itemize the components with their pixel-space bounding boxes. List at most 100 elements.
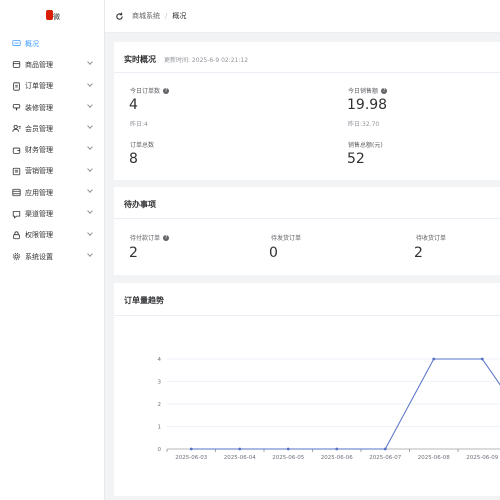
sidebar-item-4[interactable]: 会员管理 (0, 118, 104, 139)
logo-text: 微 (53, 13, 60, 21)
order-trend-chart: 0 1 2 3 4 2025-06-03 2025-06-04 2025-06-05 2025-… (158, 357, 500, 461)
data-point (335, 447, 339, 451)
data-point (432, 357, 436, 361)
sidebar-item-9[interactable]: 权限管理 (0, 225, 104, 246)
gear-icon (9, 252, 23, 261)
sidebar-item-label: 财务管理 (25, 146, 53, 155)
breadcrumb-item-overview: 概况 (172, 12, 187, 20)
sidebar-item-label: 会员管理 (25, 124, 53, 133)
update-time: 更新时间: 2025-6-9 02:21:12 (164, 57, 249, 64)
chevron-down-icon (87, 123, 93, 130)
sidebar-item-label: 概况 (25, 39, 39, 48)
user-icon (9, 124, 23, 133)
help-icon[interactable]: ? (163, 87, 170, 94)
sidebar-item-3[interactable]: 装修管理 (0, 97, 104, 118)
y-tick-label: 1 (158, 425, 162, 431)
sidebar-item-label: 权限管理 (25, 231, 53, 240)
yesterday-sales: 昨日:32.70 (348, 121, 380, 128)
data-point (383, 447, 387, 451)
y-tick-label: 2 (158, 402, 162, 408)
brush-icon (9, 103, 23, 112)
chevron-down-icon (87, 165, 93, 172)
breadcrumb-item-mall[interactable]: 商城系统 (132, 11, 160, 21)
chevron-down-icon (87, 208, 93, 215)
lock-icon (9, 231, 23, 240)
total-orders-label: 订单总数 (130, 142, 155, 149)
sidebar-item-label: 应用管理 (25, 188, 53, 197)
total-sales-label: 销售总额(元) (348, 142, 383, 149)
refresh-icon[interactable] (114, 11, 124, 21)
todo-title: 待办事项 (124, 200, 156, 209)
logo-mark (46, 10, 53, 20)
apps-icon (9, 188, 23, 197)
chevron-down-icon (87, 102, 93, 108)
total-orders-value: 8 (129, 151, 138, 167)
channel-icon (9, 210, 23, 219)
y-tick-label: 3 (158, 380, 162, 386)
x-tick-label: 2025-06-04 (224, 455, 256, 461)
chevron-down-icon (87, 251, 93, 257)
divider (114, 72, 500, 73)
sidebar-item-5[interactable]: 财务管理 (0, 139, 104, 160)
logo[interactable]: 微 (46, 10, 60, 24)
pending-receipt-value[interactable]: 2 (414, 245, 423, 261)
sidebar-item-label: 系统设置 (25, 252, 53, 261)
x-tick-label: 2025-06-07 (369, 455, 401, 461)
order-icon (9, 82, 23, 91)
sidebar-item-7[interactable]: 应用管理 (0, 182, 104, 203)
sidebar-item-label: 营销管理 (25, 167, 53, 176)
x-tick-label: 2025-06-08 (418, 455, 450, 461)
sidebar-item-6[interactable]: 营销管理 (0, 161, 104, 182)
sidebar-menu: 概况商品管理订单管理装修管理会员管理财务管理营销管理应用管理渠道管理权限管理系统… (0, 33, 104, 267)
sidebar-item-8[interactable]: 渠道管理 (0, 203, 104, 224)
chevron-down-icon (87, 144, 93, 151)
pending-payment-value[interactable]: 2 (129, 245, 138, 261)
goods-icon (9, 60, 23, 69)
pending-payment-label: 待付款订单? (130, 234, 170, 242)
today-orders-label: 今日订单数? (130, 87, 170, 95)
sidebar-item-1[interactable]: 商品管理 (0, 54, 104, 75)
data-point (189, 447, 193, 451)
x-tick-label: 2025-06-05 (272, 455, 304, 461)
x-tick-label: 2025-06-06 (321, 455, 353, 461)
today-sales-label: 今日销售额? (348, 87, 388, 95)
chevron-down-icon (87, 229, 93, 236)
pending-shipment-label: 待发货订单 (271, 235, 302, 242)
chevron-down-icon (87, 80, 93, 87)
sidebar-item-label: 订单管理 (25, 82, 53, 91)
x-tick-label: 2025-06-03 (175, 455, 207, 461)
data-point (286, 447, 290, 451)
today-orders-value: 4 (129, 97, 138, 113)
divider (114, 218, 500, 219)
help-icon[interactable]: ? (163, 234, 170, 241)
data-point (238, 447, 242, 451)
sidebar-item-2[interactable]: 订单管理 (0, 76, 104, 97)
y-tick-label: 4 (158, 357, 162, 363)
todo-card: 待办事项 待付款订单? 2 待发货订单 0 待收货订单 2 (114, 187, 500, 275)
chevron-down-icon (87, 59, 93, 66)
sidebar-item-10[interactable]: 系统设置 (0, 246, 104, 267)
pending-receipt-label: 待收货订单 (416, 235, 447, 242)
trend-card: 订单量趋势 0 1 2 3 4 2025-06-03 2025-06-04 2025-06-0… (114, 283, 500, 496)
yesterday-orders: 昨日:4 (130, 121, 148, 128)
help-icon[interactable]: ? (381, 87, 388, 94)
chevron-down-icon (87, 187, 93, 193)
sidebar-item-label: 渠道管理 (25, 210, 53, 219)
x-tick-label: 2025-06-09 (466, 455, 498, 461)
y-tick-label: 0 (158, 447, 162, 453)
today-sales-value: 19.98 (347, 97, 388, 113)
breadcrumb-separator: / (165, 12, 168, 20)
pending-shipment-value[interactable]: 0 (269, 245, 278, 261)
data-point (480, 357, 484, 361)
monitor-icon (9, 39, 23, 48)
sidebar-item-0[interactable]: 概况 (0, 33, 104, 54)
sidebar-item-label: 装修管理 (25, 103, 53, 112)
total-sales-value: 52 (347, 151, 365, 167)
sidebar: 微 概况商品管理订单管理装修管理会员管理财务管理营销管理应用管理渠道管理权限管理… (0, 0, 105, 500)
promo-icon (9, 167, 23, 176)
realtime-card: 实时概况 更新时间: 2025-6-9 02:21:12 今日订单数? 4 昨日… (114, 42, 500, 180)
header: 商城系统 / 概况 (105, 0, 500, 33)
wallet-icon (9, 146, 23, 155)
realtime-title: 实时概况 (124, 55, 156, 64)
sidebar-item-label: 商品管理 (25, 60, 53, 69)
